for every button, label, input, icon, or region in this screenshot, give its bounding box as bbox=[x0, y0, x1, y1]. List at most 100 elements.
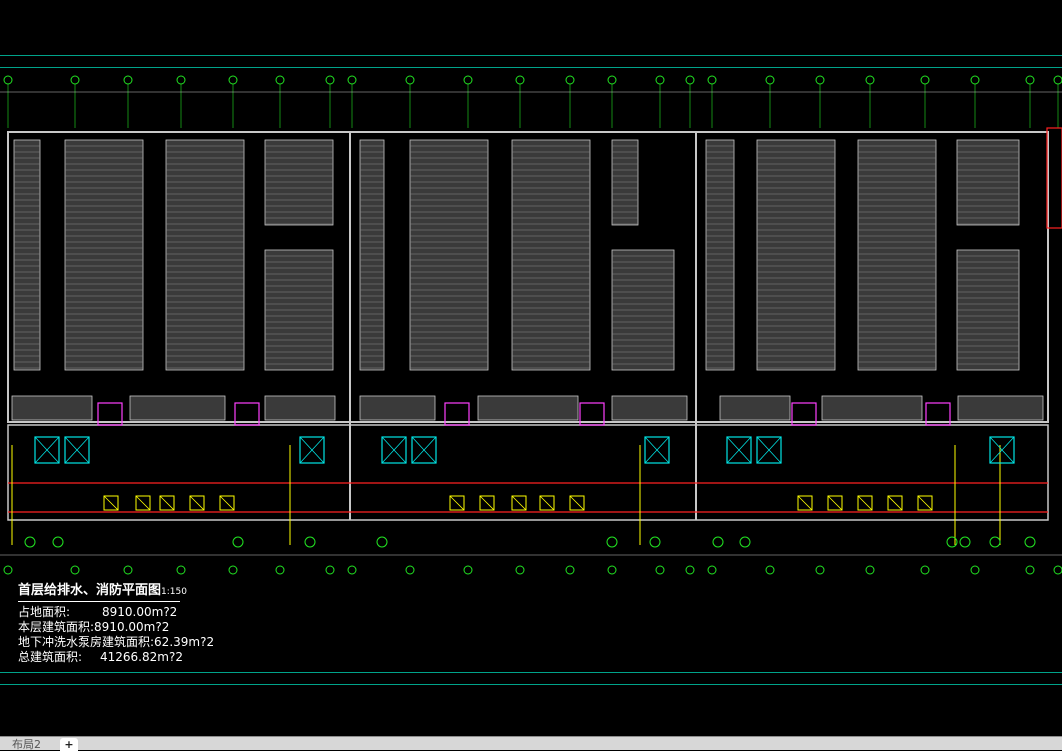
storage-rack bbox=[857, 139, 937, 371]
stat-row-total-area: 总建筑面积: 41266.82m?2 bbox=[18, 650, 348, 665]
axis-bubble-bottom bbox=[607, 565, 617, 575]
axis-bubble-bottom bbox=[1053, 565, 1062, 575]
valve-mark bbox=[539, 495, 555, 511]
storage-rack bbox=[13, 139, 41, 371]
stat-label: 占地面积: bbox=[18, 605, 71, 619]
axis-bubble-top bbox=[347, 75, 357, 85]
drain-point bbox=[24, 536, 36, 548]
valve-mark bbox=[219, 495, 235, 511]
valve-mark bbox=[511, 495, 527, 511]
storage-rack bbox=[705, 139, 735, 371]
valve-mark bbox=[103, 495, 119, 511]
axis-bubble-bottom bbox=[655, 565, 665, 575]
side-room bbox=[1046, 127, 1062, 229]
drain-point bbox=[989, 536, 1001, 548]
valve-mark bbox=[887, 495, 903, 511]
storage-rack-low bbox=[359, 395, 436, 421]
axis-bubble-bottom bbox=[565, 565, 575, 575]
stat-value: 8910.00m?2 bbox=[102, 605, 178, 619]
cad-drawing-canvas[interactable]: 首层给排水、消防平面图1:150 占地面积: 8910.00m?2 本层建筑面积:… bbox=[0, 0, 1062, 736]
add-layout-button[interactable]: + bbox=[60, 738, 78, 751]
axis-bubble-top bbox=[707, 75, 717, 85]
valve-mark bbox=[159, 495, 175, 511]
drawing-info-block: 首层给排水、消防平面图1:150 占地面积: 8910.00m?2 本层建筑面积:… bbox=[18, 583, 348, 665]
storage-rack-low bbox=[719, 395, 791, 421]
drain-point bbox=[739, 536, 751, 548]
pipe-layer bbox=[8, 445, 1048, 545]
axis-bubble-bottom bbox=[1025, 565, 1035, 575]
axis-bubble-top bbox=[970, 75, 980, 85]
axis-bubble-top bbox=[1053, 75, 1062, 85]
stat-row-floor-area: 本层建筑面积:8910.00m?2 bbox=[18, 620, 348, 635]
storage-rack bbox=[511, 139, 591, 371]
axis-bubble-bottom bbox=[970, 565, 980, 575]
drain-point bbox=[712, 536, 724, 548]
storage-rack-low bbox=[957, 395, 1044, 421]
axis-bubble-bottom bbox=[70, 565, 80, 575]
stat-row-footprint: 占地面积: 8910.00m?2 bbox=[18, 605, 348, 620]
valve-mark bbox=[917, 495, 933, 511]
axis-bubble-top bbox=[765, 75, 775, 85]
axis-bubble-bottom bbox=[275, 565, 285, 575]
axis-bubble-top bbox=[70, 75, 80, 85]
axis-bubble-bottom bbox=[463, 565, 473, 575]
drawing-title: 首层给排水、消防平面图1:150 bbox=[18, 583, 348, 600]
valve-mark bbox=[857, 495, 873, 511]
storage-rack bbox=[359, 139, 385, 371]
platform-outline bbox=[7, 424, 1049, 521]
axis-bubble-top bbox=[565, 75, 575, 85]
axis-bubble-bottom bbox=[815, 565, 825, 575]
drawing-title-text: 首层给排水、消防平面图 bbox=[18, 583, 162, 598]
axis-bubble-top bbox=[815, 75, 825, 85]
axis-bubble-top bbox=[405, 75, 415, 85]
stat-label: 总建筑面积: bbox=[18, 650, 83, 664]
rack-layer bbox=[11, 139, 1044, 421]
valve-mark bbox=[569, 495, 585, 511]
drain-point bbox=[1024, 536, 1036, 548]
axis-bubble-top bbox=[607, 75, 617, 85]
layout-tab-bar: 布局2 + bbox=[0, 736, 1062, 751]
stat-row-pump-room-area: 地下冲洗水泵房建筑面积:62.39m?2 bbox=[18, 635, 348, 650]
axis-bubble-top bbox=[685, 75, 695, 85]
drain-point bbox=[52, 536, 64, 548]
axis-bubble-top bbox=[920, 75, 930, 85]
axis-bubble-bottom bbox=[325, 565, 335, 575]
valve-mark bbox=[479, 495, 495, 511]
drain-point bbox=[649, 536, 661, 548]
axis-bubble-top bbox=[655, 75, 665, 85]
axis-bubble-top bbox=[228, 75, 238, 85]
axis-bubble-top bbox=[1025, 75, 1035, 85]
axis-bubble-bottom bbox=[176, 565, 186, 575]
axis-bubble-bottom bbox=[228, 565, 238, 575]
storage-rack bbox=[64, 139, 144, 371]
storage-rack-low bbox=[264, 395, 336, 421]
storage-rack-low bbox=[611, 395, 688, 421]
axis-bubble-top bbox=[123, 75, 133, 85]
drawing-scale: 1:150 bbox=[161, 587, 187, 597]
drain-point bbox=[606, 536, 618, 548]
drain-point bbox=[376, 536, 388, 548]
storage-rack-low bbox=[821, 395, 923, 421]
axis-bubble-bottom bbox=[685, 565, 695, 575]
title-underline bbox=[18, 601, 180, 602]
axis-bubble-bottom bbox=[515, 565, 525, 575]
valve-mark bbox=[827, 495, 843, 511]
tab-layout2[interactable]: 布局2 bbox=[6, 738, 47, 751]
storage-rack bbox=[165, 139, 245, 371]
storage-rack-low bbox=[477, 395, 579, 421]
storage-rack-low bbox=[11, 395, 93, 421]
axis-bubble-top bbox=[463, 75, 473, 85]
stat-value: 8910.00m?2 bbox=[94, 620, 170, 634]
stat-label: 地下冲洗水泵房建筑面积: bbox=[18, 635, 155, 649]
axis-bubble-bottom bbox=[405, 565, 415, 575]
storage-rack bbox=[756, 139, 836, 371]
stat-value: 62.39m?2 bbox=[154, 635, 215, 649]
axis-bubble-bottom bbox=[3, 565, 13, 575]
stat-value: 41266.82m?2 bbox=[100, 650, 183, 664]
axis-bubble-bottom bbox=[123, 565, 133, 575]
storage-rack bbox=[409, 139, 489, 371]
drain-point bbox=[959, 536, 971, 548]
axis-bubble-top bbox=[176, 75, 186, 85]
valve-mark bbox=[797, 495, 813, 511]
axis-bubble-bottom bbox=[707, 565, 717, 575]
